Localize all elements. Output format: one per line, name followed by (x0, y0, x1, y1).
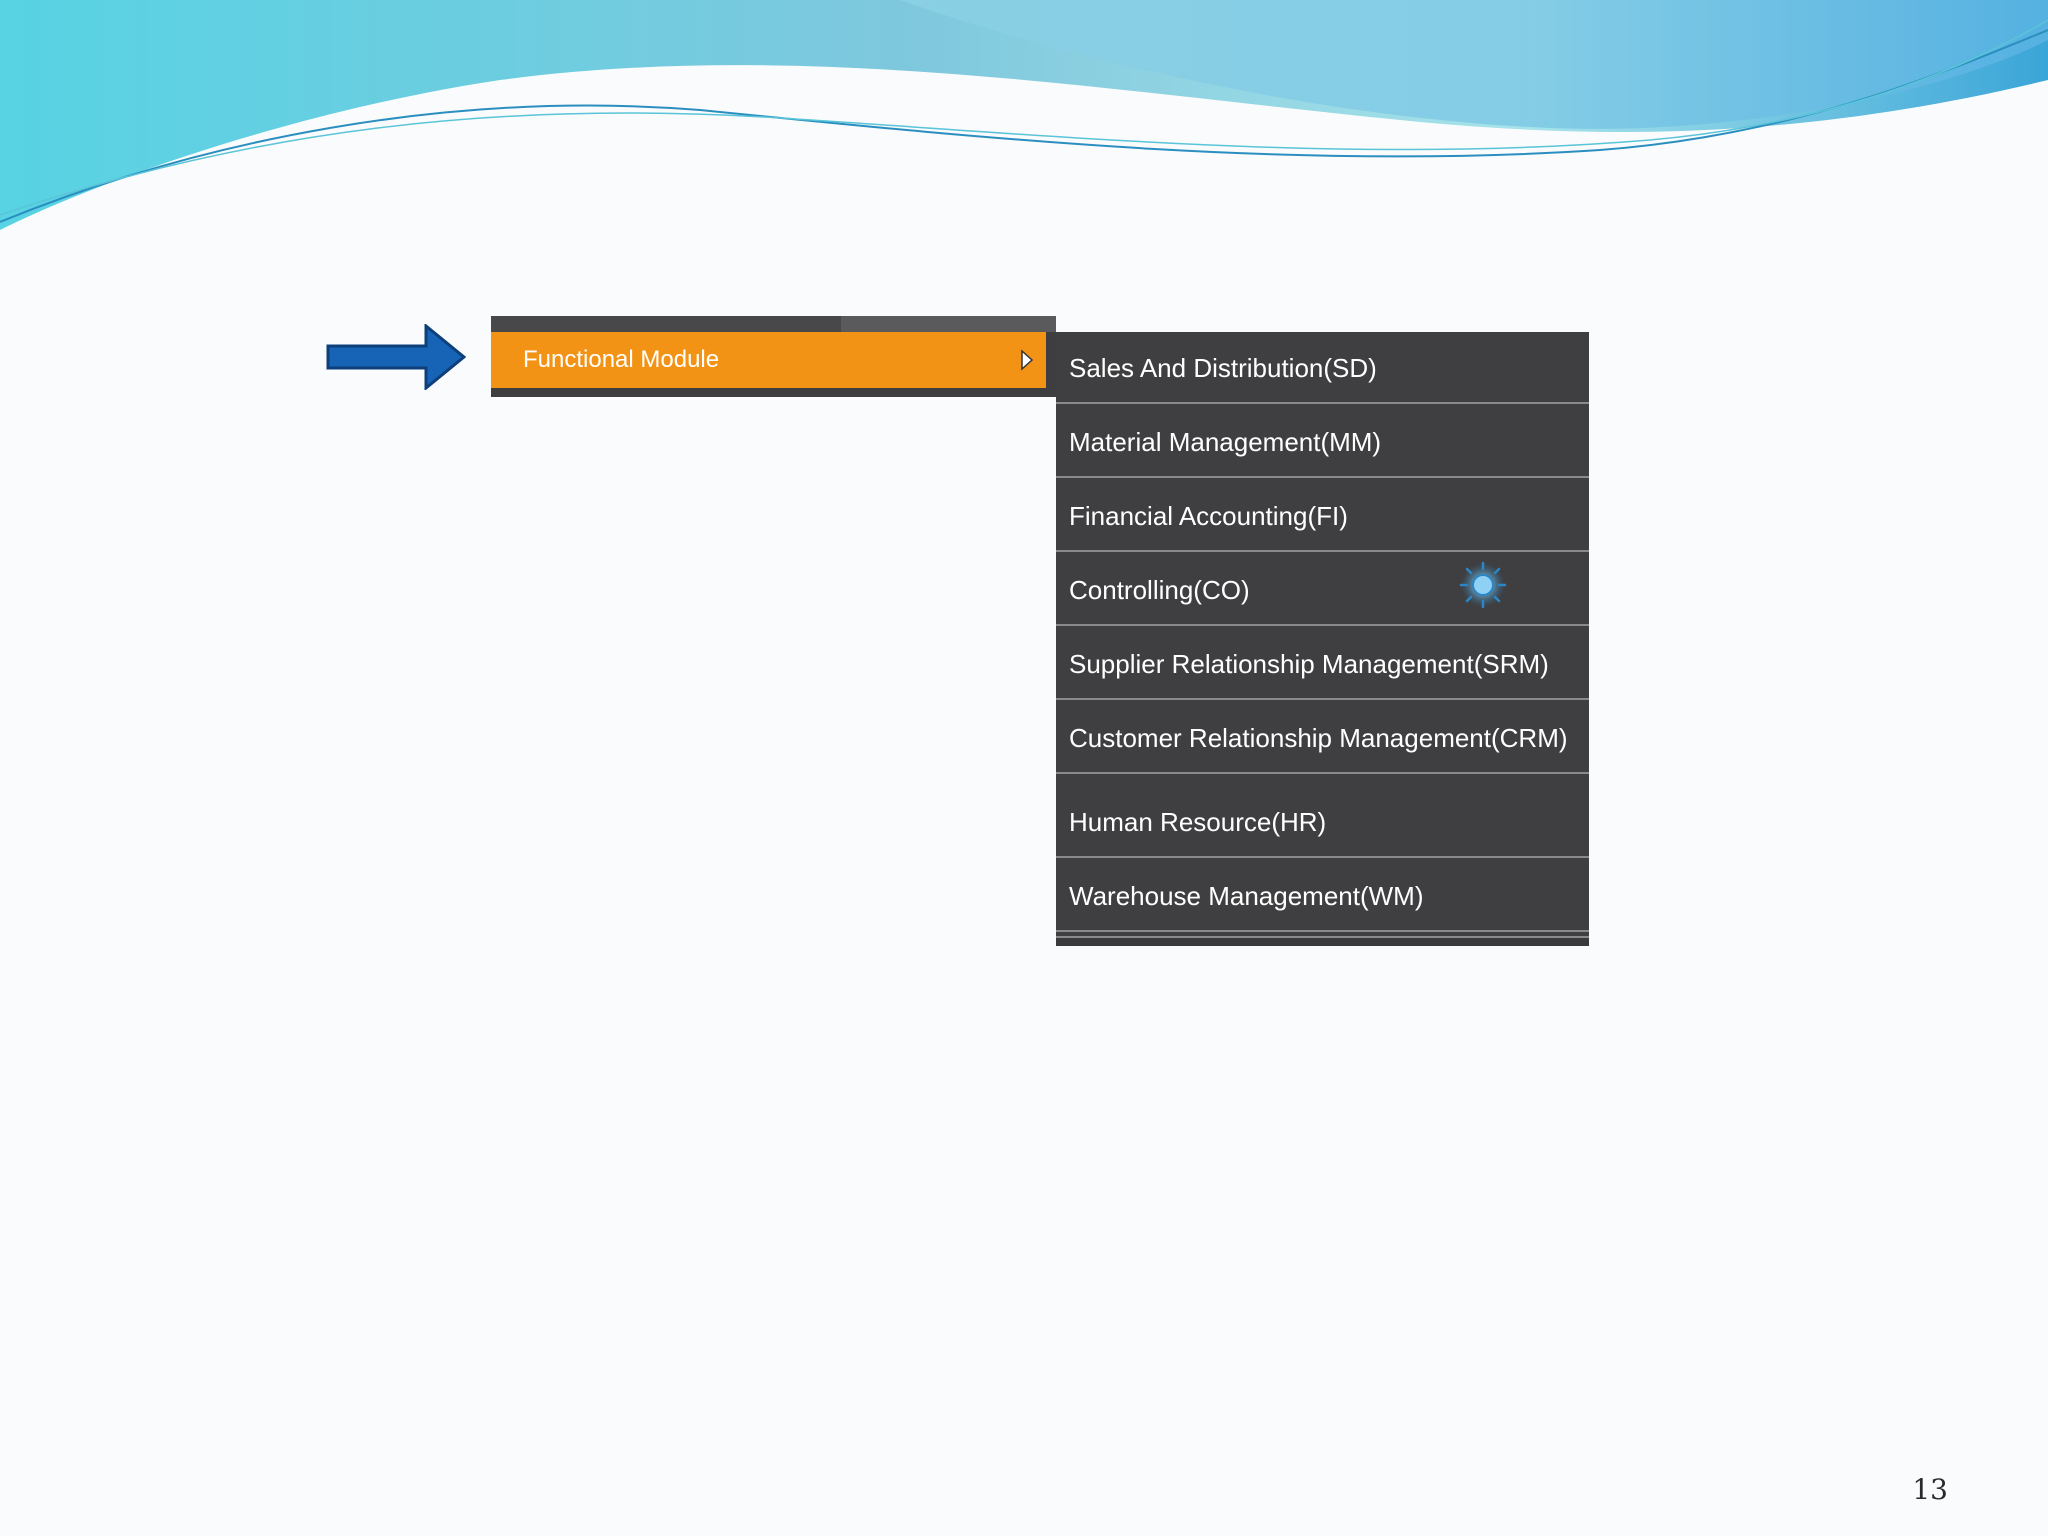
submenu-item-co[interactable]: Controlling(CO) (1056, 554, 1589, 626)
chevron-right-icon (1021, 349, 1034, 371)
submenu-item-crm[interactable]: Customer Relationship Management(CRM) (1056, 702, 1589, 774)
submenu: Sales And Distribution(SD) Material Mana… (1056, 332, 1589, 946)
slide-page-number: 13 (1912, 1473, 1948, 1506)
background-wave (0, 0, 2048, 230)
submenu-item-hr[interactable]: Human Resource(HR) (1056, 786, 1589, 858)
cursor-glow-icon (1459, 561, 1507, 609)
submenu-item-sd[interactable]: Sales And Distribution(SD) (1056, 332, 1589, 404)
submenu-end-strip (1056, 936, 1589, 946)
submenu-item-wm[interactable]: Warehouse Management(WM) (1056, 860, 1589, 932)
right-arrow-icon (326, 324, 466, 390)
menu-top-strip-highlight (841, 316, 1056, 332)
submenu-item-mm[interactable]: Material Management(MM) (1056, 406, 1589, 478)
menu-item-label: Functional Module (523, 346, 720, 373)
main-menu: Functional Module (491, 316, 1056, 397)
submenu-item-srm[interactable]: Supplier Relationship Management(SRM) (1056, 628, 1589, 700)
menu-item-functional-module[interactable]: Functional Module (491, 332, 1046, 388)
menu-top-strip (491, 316, 1056, 332)
submenu-item-fi[interactable]: Financial Accounting(FI) (1056, 480, 1589, 552)
